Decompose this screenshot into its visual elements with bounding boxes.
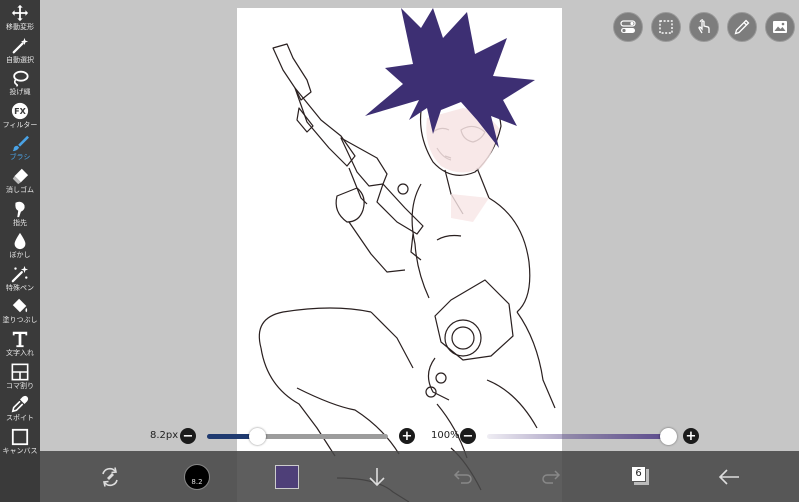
undo-button[interactable] (448, 451, 478, 502)
brush-size-knob[interactable] (249, 428, 267, 445)
minus-icon: − (462, 428, 474, 444)
lasso-icon (13, 70, 29, 88)
back-button[interactable] (714, 451, 744, 502)
tool-canvas-label: キャンバス (2, 446, 38, 455)
tool-fill[interactable]: 塗りつぶし (0, 297, 40, 330)
touch-button[interactable] (689, 12, 719, 42)
current-color-swatch (275, 464, 299, 489)
image-layer-icon (773, 21, 787, 33)
toggle-button[interactable] (613, 12, 643, 42)
tool-fill-label: 塗りつぶし (2, 316, 38, 325)
tool-special-pen-label: 特殊ペン (6, 283, 34, 292)
fx-icon: FX (11, 102, 29, 119)
pen-icon (734, 19, 750, 35)
layers-icon: 6 (631, 465, 651, 488)
arrow-down-icon (369, 467, 385, 486)
opacity-decrease-button[interactable]: − (460, 428, 476, 444)
redo-button[interactable] (536, 451, 566, 502)
image-button[interactable] (765, 12, 795, 42)
tool-move-label: 移動変形 (6, 23, 34, 31)
undo-icon (453, 469, 472, 484)
tool-filter[interactable]: FX フィルター (0, 102, 40, 135)
swap-brush-eraser-icon (102, 466, 118, 487)
tool-auto-select-label: 自動選択 (6, 55, 34, 64)
magic-wand-icon (12, 37, 29, 53)
tool-sidebar: 移動変形 自動選択 投げ縄 FX フィルター ブラシ 消しゴム 指先 ぼかし 特… (0, 0, 40, 502)
download-button[interactable] (362, 451, 392, 502)
selection-button[interactable] (651, 12, 681, 42)
sparkle-pen-icon (11, 265, 29, 283)
tool-lasso[interactable]: 投げ縄 (0, 69, 40, 102)
bucket-icon (12, 299, 28, 313)
plus-icon: + (401, 428, 413, 444)
tool-smudge-label: 指先 (13, 218, 27, 227)
tool-special-pen[interactable]: 特殊ペン (0, 265, 40, 298)
brush-dot-icon: 8.2 (184, 463, 210, 490)
plus-icon: + (685, 428, 697, 444)
brush-size-decrease-button[interactable]: − (180, 428, 196, 444)
pen-button[interactable] (727, 12, 757, 42)
dashed-selection-icon (659, 20, 673, 34)
redo-icon (542, 469, 561, 484)
tool-filter-label: フィルター (2, 120, 38, 129)
brush-icon (12, 136, 29, 152)
opacity-increase-button[interactable]: + (683, 428, 699, 444)
droplet-icon (14, 233, 26, 250)
slider-row: 8.2px − + 100% − + (0, 428, 799, 446)
text-t-icon (12, 331, 28, 348)
brush-size-preview[interactable]: 8.2 (182, 451, 212, 502)
opacity-readout: 100% (431, 430, 460, 441)
arrow-left-icon (718, 468, 739, 485)
frame-split-icon (11, 363, 29, 380)
color-picker-button[interactable] (272, 451, 302, 502)
tool-eyedropper[interactable]: スポイト (0, 395, 40, 428)
bottom-toolbar: 8.2 6 (40, 451, 799, 502)
tool-text-label: 文字入れ (6, 348, 34, 357)
finger-icon (15, 201, 25, 217)
layers-button[interactable]: 6 (626, 451, 656, 502)
tool-brush[interactable]: ブラシ (0, 134, 40, 167)
tool-auto-select[interactable]: 自動選択 (0, 37, 40, 70)
toggle-switch-icon (620, 20, 636, 33)
layer-count: 6 (635, 468, 642, 479)
tool-blur-label: ぼかし (9, 251, 31, 260)
opacity-slider[interactable] (487, 434, 668, 439)
brush-size-readout: 8.2px (150, 430, 179, 441)
tool-brush-label: ブラシ (9, 153, 31, 162)
move-arrows-icon (11, 4, 29, 22)
touch-hand-icon (698, 19, 710, 34)
tool-move[interactable]: 移動変形 (0, 4, 40, 37)
svg-text:FX: FX (14, 106, 27, 116)
tool-frame-label: コマ割り (6, 381, 34, 390)
minus-icon: − (182, 428, 194, 444)
tool-eraser-label: 消しゴム (6, 185, 34, 194)
tool-blur[interactable]: ぼかし (0, 232, 40, 265)
brush-eraser-swap-button[interactable] (90, 451, 130, 502)
eyedropper-icon (11, 396, 29, 413)
opacity-knob[interactable] (659, 428, 677, 445)
brush-size-slider[interactable] (207, 434, 388, 439)
eraser-icon (12, 168, 29, 185)
tool-eraser[interactable]: 消しゴム (0, 167, 40, 200)
brush-size-increase-button[interactable]: + (399, 428, 415, 444)
tool-smudge[interactable]: 指先 (0, 200, 40, 233)
tool-lasso-label: 投げ縄 (9, 88, 31, 97)
tool-text[interactable]: 文字入れ (0, 330, 40, 363)
tool-eyedropper-label: スポイト (6, 414, 34, 423)
brush-size-badge: 8.2 (191, 477, 203, 486)
tool-frame[interactable]: コマ割り (0, 363, 40, 396)
